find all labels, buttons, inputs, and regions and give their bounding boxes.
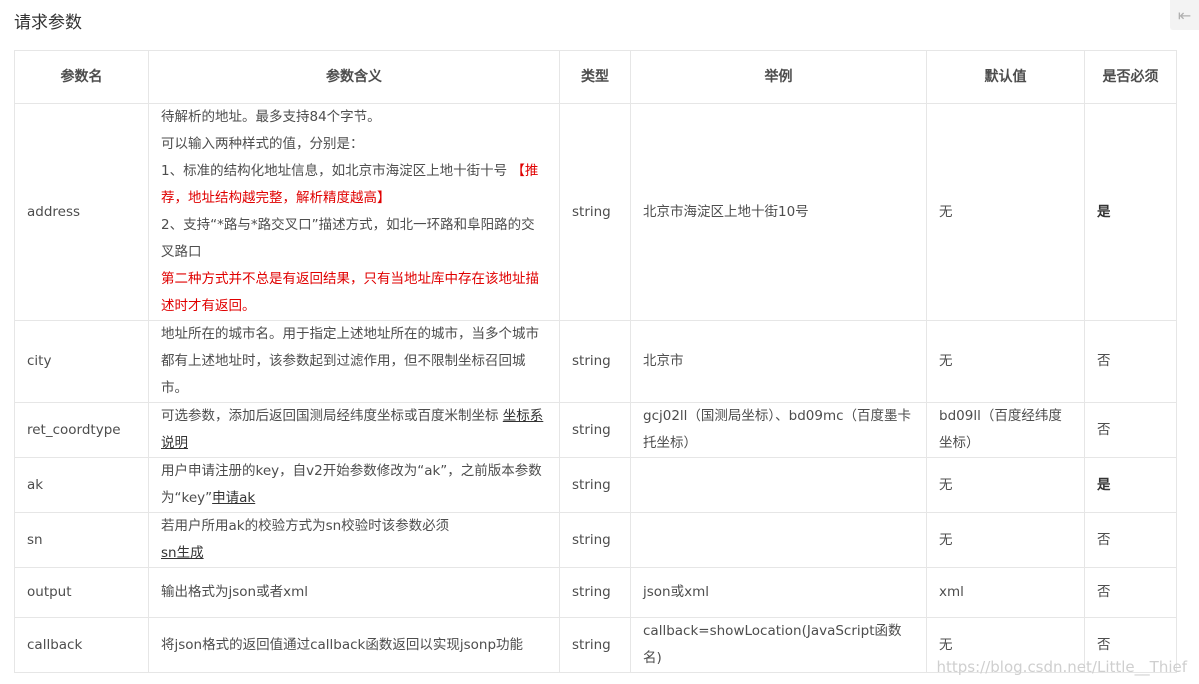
desc-line: 1、标准的结构化地址信息，如北京市海淀区上地十街十号 【推荐，地址结构越完整，解…	[161, 163, 539, 206]
param-default: 无	[926, 103, 1085, 321]
param-default: xml	[926, 567, 1085, 618]
param-name: sn	[14, 512, 149, 568]
param-type: string	[559, 512, 631, 568]
param-required: 否	[1084, 320, 1177, 403]
param-name: output	[14, 567, 149, 618]
param-type: string	[559, 320, 631, 403]
table-row: sn 若用户所用ak的校验方式为sn校验时该参数必须 sn生成 string 无 …	[14, 512, 1177, 568]
table-header-row: 参数名 参数含义 类型 举例 默认值 是否必须	[14, 50, 1177, 104]
watermark: https://blog.csdn.net/Little__Thief	[936, 658, 1187, 676]
param-name: callback	[14, 617, 149, 673]
header-example: 举例	[630, 50, 927, 104]
param-required: 是	[1084, 103, 1177, 321]
desc-line: 可以输入两种样式的值，分别是：	[161, 136, 364, 152]
param-default: 无	[926, 320, 1085, 403]
sn-generate-link[interactable]: sn生成	[161, 545, 204, 561]
param-name: address	[14, 103, 149, 321]
param-desc: 将json格式的返回值通过callback函数返回以实现jsonp功能	[148, 617, 560, 673]
desc-line: 待解析的地址。最多支持84个字节。	[161, 109, 381, 125]
header-required: 是否必须	[1084, 50, 1177, 104]
header-param-name: 参数名	[14, 50, 149, 104]
param-example	[630, 457, 927, 513]
param-type: string	[559, 103, 631, 321]
param-example: json或xml	[630, 567, 927, 618]
table-row: ak 用户申请注册的key，自v2开始参数修改为“ak”，之前版本参数为“key…	[14, 457, 1177, 513]
table-row: ret_coordtype 可选参数，添加后返回国测局经纬度坐标或百度米制坐标 …	[14, 402, 1177, 458]
collapse-arrow-icon[interactable]: ⇤	[1170, 0, 1199, 30]
param-example	[630, 512, 927, 568]
param-default: bd09ll（百度经纬度坐标）	[926, 402, 1085, 458]
section-title: 请求参数	[14, 13, 82, 33]
header-default: 默认值	[926, 50, 1085, 104]
header-type: 类型	[559, 50, 631, 104]
param-name: ret_coordtype	[14, 402, 149, 458]
param-desc: 用户申请注册的key，自v2开始参数修改为“ak”，之前版本参数为“key”申请…	[148, 457, 560, 513]
param-default: 无	[926, 512, 1085, 568]
param-required: 否	[1084, 567, 1177, 618]
param-desc: 地址所在的城市名。用于指定上述地址所在的城市，当多个城市都有上述地址时，该参数起…	[148, 320, 560, 403]
param-required: 是	[1084, 457, 1177, 513]
param-desc: 输出格式为json或者xml	[148, 567, 560, 618]
param-example: 北京市	[630, 320, 927, 403]
header-param-meaning: 参数含义	[148, 50, 560, 104]
param-desc: 若用户所用ak的校验方式为sn校验时该参数必须 sn生成	[148, 512, 560, 568]
param-required: 否	[1084, 402, 1177, 458]
table-row: city 地址所在的城市名。用于指定上述地址所在的城市，当多个城市都有上述地址时…	[14, 320, 1177, 403]
table-row: output 输出格式为json或者xml string json或xml xm…	[14, 567, 1177, 618]
param-type: string	[559, 402, 631, 458]
param-desc: 可选参数，添加后返回国测局经纬度坐标或百度米制坐标 坐标系说明	[148, 402, 560, 458]
param-name: ak	[14, 457, 149, 513]
param-type: string	[559, 617, 631, 673]
request-params-table: 参数名 参数含义 类型 举例 默认值 是否必须 address 待解析的地址。最…	[14, 50, 1177, 673]
param-required: 否	[1084, 512, 1177, 568]
warning-note: 第二种方式并不总是有返回结果，只有当地址库中存在该地址描述时才有返回。	[161, 271, 539, 314]
param-desc: 待解析的地址。最多支持84个字节。 可以输入两种样式的值，分别是： 1、标准的结…	[148, 103, 560, 321]
param-default: 无	[926, 457, 1085, 513]
param-example: 北京市海淀区上地十街10号	[630, 103, 927, 321]
apply-ak-link[interactable]: 申请ak	[212, 490, 255, 506]
param-type: string	[559, 567, 631, 618]
table-row: address 待解析的地址。最多支持84个字节。 可以输入两种样式的值，分别是…	[14, 103, 1177, 321]
param-example: callback=showLocation(JavaScript函数名)	[630, 617, 927, 673]
param-example: gcj02ll（国测局坐标）、bd09mc（百度墨卡托坐标）	[630, 402, 927, 458]
desc-line: 2、支持“*路与*路交叉口”描述方式，如北一环路和阜阳路的交叉路口	[161, 217, 535, 260]
param-name: city	[14, 320, 149, 403]
param-type: string	[559, 457, 631, 513]
